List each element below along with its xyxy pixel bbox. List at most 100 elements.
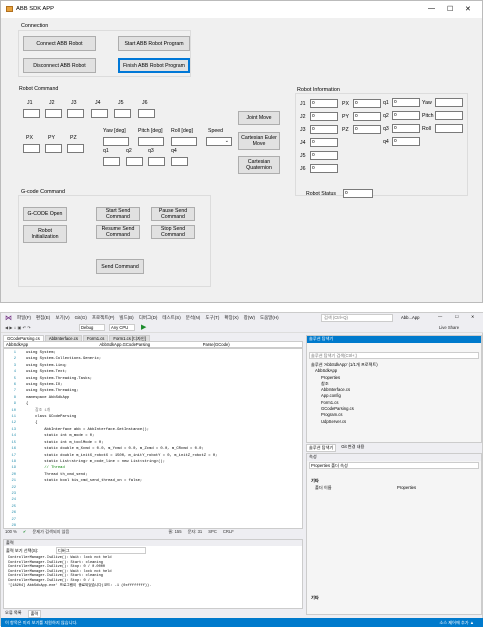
editor-navbar: AbbSdkApp AbbSdkApp.GCodeParsing Parse(G…: [3, 341, 303, 348]
platform-select[interactable]: Any CPU: [109, 324, 135, 331]
vs-close-button[interactable]: ✕: [471, 314, 475, 319]
quat-input-3[interactable]: [148, 157, 165, 166]
finish-program-button[interactable]: Finish ABB Robot Program: [118, 58, 190, 73]
roll-label: Roll [deg]: [171, 128, 193, 134]
disconnect-robot-button[interactable]: Disconnect ABB Robot: [23, 58, 96, 73]
quat-input-4[interactable]: [171, 157, 188, 166]
joint-input-4[interactable]: [91, 109, 108, 118]
vs-maximize-button[interactable]: ☐: [455, 314, 459, 319]
config-select[interactable]: Debug: [79, 324, 105, 331]
nav-project[interactable]: AbbSdkApp: [6, 342, 95, 347]
spc-indicator: SPC: [208, 529, 217, 534]
code-line: static double m_initX_robotX = 1500, m_i…: [26, 453, 218, 458]
joint-move-button[interactable]: Joint Move: [238, 111, 280, 125]
robot-initialization-button[interactable]: Robot Initialization: [23, 225, 67, 243]
vs-minimize-button[interactable]: —: [438, 314, 442, 319]
vs-menu-item-8[interactable]: 분석(N): [186, 315, 201, 321]
info-j-value-4: 0: [310, 138, 338, 147]
quat-input-2[interactable]: [126, 157, 143, 166]
vs-menu-item-11[interactable]: 창(W): [244, 315, 255, 321]
joint-input-1[interactable]: [23, 109, 40, 118]
vs-menu-item-2[interactable]: 보기(V): [55, 315, 69, 321]
pos-label-pz: PZ: [70, 135, 77, 141]
info-j-label-2: J2: [300, 114, 306, 120]
resume-send-command-button[interactable]: Resume Send Command: [96, 225, 140, 239]
joint-input-2[interactable]: [45, 109, 62, 118]
vs-menu-item-5[interactable]: 빌드(B): [119, 315, 133, 321]
vs-search-input[interactable]: 검색 (Ctrl+Q): [321, 314, 393, 322]
cartesian-quaternion-button[interactable]: Cartesian Quaternion: [238, 156, 280, 174]
send-command-button[interactable]: Send Command: [96, 259, 144, 274]
info-j-value-5: 0: [310, 151, 338, 160]
minimize-button[interactable]: —: [428, 5, 435, 12]
vs-menu-item-0[interactable]: 파일(F): [17, 315, 31, 321]
start-send-command-button[interactable]: Start Send Command: [96, 207, 140, 221]
robot-info-title: Robot Information: [296, 87, 341, 93]
pause-send-command-button[interactable]: Pause Send Command: [151, 207, 195, 221]
window-title: ABB SDK APP: [16, 6, 55, 12]
property-value[interactable]: Properties: [397, 485, 416, 490]
pos-label-py: PY: [48, 135, 55, 141]
info-j-value-3: 0: [310, 125, 338, 134]
bottom-tab-1[interactable]: 출력: [27, 610, 42, 618]
info-p-label-px: PX: [342, 101, 349, 107]
info-q-value-4: 0: [392, 137, 420, 146]
vs-menu-item-10[interactable]: 확장(X): [224, 315, 238, 321]
vs-menu-item-1[interactable]: 편집(E): [36, 315, 50, 321]
code-editor[interactable]: 1 2 3 4 5 6 7 8 9 10 11 12 13 14 15 16 17 18 19 20 21 22 23 24 2…: [3, 348, 303, 529]
info-q-value-2: 0: [392, 111, 420, 120]
solution-tab-0[interactable]: 솔루션 탐색기: [306, 444, 337, 452]
roll-input[interactable]: [171, 137, 197, 146]
nav-class[interactable]: AbbSdkApp.GCodeParsing: [99, 342, 198, 347]
bottom-tab-0[interactable]: 오류 목록: [3, 610, 24, 618]
cartesian-euler-move-button[interactable]: Cartesian Euler Move: [238, 132, 280, 150]
live-share-button[interactable]: Live Share: [439, 325, 459, 330]
vs-menu-item-12[interactable]: 도움말(H): [260, 315, 279, 321]
pos-input-px[interactable]: [23, 144, 40, 153]
info-q-label-4: q4: [383, 139, 389, 145]
solution-search-input[interactable]: 솔루션 탐색기 검색(Ctrl+;): [309, 352, 479, 359]
joint-input-3[interactable]: [67, 109, 84, 118]
stop-send-command-button[interactable]: Stop Send Command: [151, 225, 195, 239]
output-title: 출력: [4, 540, 302, 546]
info-p-label-py: PY: [342, 114, 349, 120]
close-button[interactable]: ✕: [465, 5, 471, 13]
pitch-input[interactable]: [138, 137, 164, 146]
connect-robot-button[interactable]: Connect ABB Robot: [23, 36, 96, 51]
code-body[interactable]: using System; using System.Collections.Ge…: [26, 350, 217, 485]
info-e-label-yaw: Yaw: [422, 100, 432, 106]
start-debug-icon[interactable]: ▶: [141, 323, 146, 331]
solution-tab-1[interactable]: Git 변경 내용: [339, 444, 366, 452]
vs-menu-item-7[interactable]: 테스트(S): [162, 315, 180, 321]
joint-input-5[interactable]: [114, 109, 131, 118]
output-source-select[interactable]: 디버그: [56, 547, 146, 554]
pos-input-py[interactable]: [45, 144, 62, 153]
joint-label-1: J1: [27, 100, 33, 106]
speed-select[interactable]: ⌄: [206, 137, 232, 146]
info-p-value-pz: 0: [353, 125, 381, 134]
nav-member[interactable]: Parse(GCode): [203, 342, 302, 347]
gcode-open-button[interactable]: G-CODE Open: [23, 207, 67, 221]
quat-input-1[interactable]: [103, 157, 120, 166]
solution-tree-item[interactable]: UdpServer.cs: [311, 419, 378, 425]
yaw-label: Yaw [deg]: [103, 128, 126, 134]
start-program-button[interactable]: Start ABB Robot Program: [118, 36, 190, 51]
vs-menu-item-4[interactable]: 프로젝트(P): [92, 315, 115, 321]
toolbar-icons: ◀ ▶ ⌂ ▣ ↶ ↷: [5, 325, 31, 330]
info-j-label-6: J6: [300, 166, 306, 172]
zoom-level[interactable]: 100 %: [5, 529, 17, 536]
pos-input-pz[interactable]: [67, 144, 84, 153]
source-control-button[interactable]: 소스 제어에 추가 ▲: [439, 620, 474, 626]
info-q-value-3: 0: [392, 124, 420, 133]
joint-input-6[interactable]: [138, 109, 155, 118]
info-p-value-py: 0: [353, 112, 381, 121]
vs-menu-item-3[interactable]: Git(G): [75, 315, 87, 321]
solution-tabs: 솔루션 탐색기 Git 변경 내용: [306, 444, 366, 452]
vs-menu-item-6[interactable]: 디버그(D): [139, 315, 158, 321]
yaw-input[interactable]: [103, 137, 129, 146]
maximize-button[interactable]: ☐: [447, 5, 453, 13]
pos-label-px: PX: [26, 135, 33, 141]
vs-menu-item-9[interactable]: 도구(T): [205, 315, 219, 321]
joint-label-5: J5: [118, 100, 124, 106]
info-e-value-pitch: [435, 111, 463, 120]
